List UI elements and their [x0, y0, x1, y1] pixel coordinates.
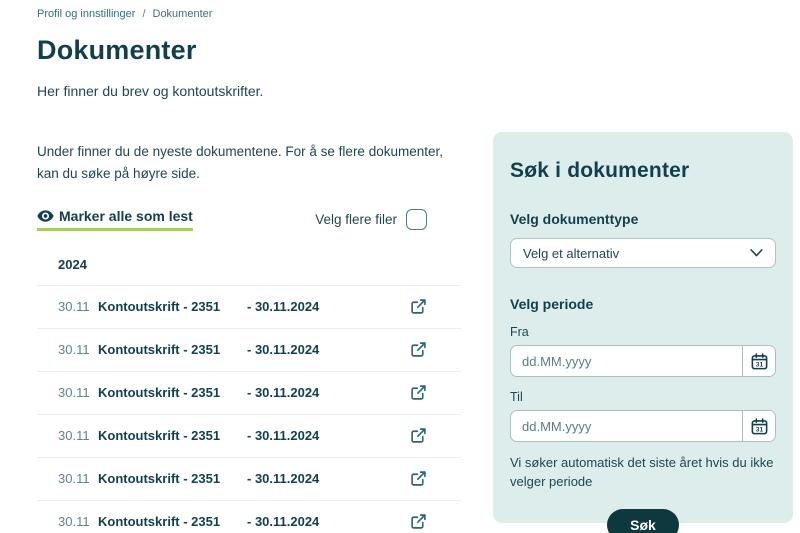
breadcrumb-profile-link[interactable]: Profil og innstillinger: [37, 8, 135, 20]
open-document-button[interactable]: [410, 427, 427, 444]
svg-text:31: 31: [755, 361, 763, 368]
breadcrumb-current: Dokumenter: [153, 8, 213, 20]
external-link-icon: [410, 384, 427, 401]
external-link-icon: [410, 298, 427, 315]
documents-intro-text: Under finner du de nyeste dokumentene. F…: [37, 141, 457, 186]
document-list-item[interactable]: 30.11 Kontoutskrift - 2351 - 30.11.2024: [37, 328, 461, 371]
document-date-full: - 30.11.2024: [247, 299, 319, 314]
to-label: Til: [510, 390, 776, 404]
select-files-label: Velg flere filer: [315, 212, 397, 227]
eye-icon: [37, 210, 54, 222]
document-list: 30.11 Kontoutskrift - 2351 - 30.11.2024 …: [37, 285, 461, 533]
document-title: Kontoutskrift - 2351: [98, 299, 247, 314]
document-date-short: 30.11: [58, 428, 98, 443]
document-date-full: - 30.11.2024: [247, 428, 319, 443]
document-date-full: - 30.11.2024: [247, 514, 319, 529]
open-document-button[interactable]: [410, 298, 427, 315]
list-actions-row: Marker alle som lest Velg flere filer: [37, 208, 427, 231]
document-title: Kontoutskrift - 2351: [98, 471, 247, 486]
select-multiple-files: Velg flere filer: [315, 209, 427, 230]
external-link-icon: [410, 513, 427, 530]
breadcrumb: Profil og innstillinger / Dokumenter: [37, 8, 461, 20]
document-date-short: 30.11: [58, 342, 98, 357]
breadcrumb-separator: /: [142, 8, 145, 20]
document-title: Kontoutskrift - 2351: [98, 385, 247, 400]
document-date-short: 30.11: [58, 471, 98, 486]
document-list-item[interactable]: 30.11 Kontoutskrift - 2351 - 30.11.2024: [37, 457, 461, 500]
document-date-full: - 30.11.2024: [247, 342, 319, 357]
page-subtitle: Her finner du brev og kontoutskrifter.: [37, 83, 461, 99]
calendar-icon: 31: [750, 417, 769, 436]
open-document-button[interactable]: [410, 384, 427, 401]
document-list-item[interactable]: 30.11 Kontoutskrift - 2351 - 30.11.2024: [37, 371, 461, 414]
document-list-item[interactable]: 30.11 Kontoutskrift - 2351 - 30.11.2024: [37, 414, 461, 457]
svg-text:31: 31: [755, 426, 763, 433]
external-link-icon: [410, 427, 427, 444]
mark-all-read-link[interactable]: Marker alle som lest: [37, 208, 193, 231]
document-list-item[interactable]: 30.11 Kontoutskrift - 2351 - 30.11.2024: [37, 500, 461, 533]
main-content: Profil og innstillinger / Dokumenter Dok…: [37, 0, 461, 533]
external-link-icon: [410, 341, 427, 358]
from-label: Fra: [510, 325, 776, 339]
to-date-field: 31: [510, 410, 776, 442]
page-title: Dokumenter: [37, 35, 461, 66]
search-documents-panel: Søk i dokumenter Velg dokumenttype Velg …: [493, 132, 793, 523]
document-section: 2024 30.11 Kontoutskrift - 2351 - 30.11.…: [37, 257, 461, 533]
mark-all-read-label: Marker alle som lest: [59, 208, 193, 224]
doc-type-selected-value: Velg et alternativ: [523, 246, 750, 261]
chevron-down-icon: [750, 249, 763, 257]
document-title: Kontoutskrift - 2351: [98, 514, 247, 529]
document-date-full: - 30.11.2024: [247, 471, 319, 486]
period-label: Velg periode: [510, 296, 776, 312]
doc-type-select[interactable]: Velg et alternativ: [510, 238, 776, 268]
document-year-heading: 2024: [37, 257, 461, 272]
document-date-short: 30.11: [58, 514, 98, 529]
select-files-checkbox[interactable]: [406, 209, 427, 230]
document-date-full: - 30.11.2024: [247, 385, 319, 400]
search-panel-title: Søk i dokumenter: [510, 159, 776, 183]
document-date-short: 30.11: [58, 299, 98, 314]
external-link-icon: [410, 470, 427, 487]
document-date-short: 30.11: [58, 385, 98, 400]
search-submit-button[interactable]: Søk: [607, 509, 679, 533]
doc-type-label: Velg dokumenttype: [510, 211, 776, 227]
open-document-button[interactable]: [410, 470, 427, 487]
document-title: Kontoutskrift - 2351: [98, 428, 247, 443]
document-list-item[interactable]: 30.11 Kontoutskrift - 2351 - 30.11.2024: [37, 285, 461, 328]
document-title: Kontoutskrift - 2351: [98, 342, 247, 357]
from-date-field: 31: [510, 345, 776, 377]
from-calendar-button[interactable]: 31: [742, 346, 775, 376]
open-document-button[interactable]: [410, 513, 427, 530]
from-date-input[interactable]: [511, 346, 742, 376]
open-document-button[interactable]: [410, 341, 427, 358]
to-calendar-button[interactable]: 31: [742, 411, 775, 441]
submit-row: Søk: [510, 509, 776, 533]
auto-search-note: Vi søker automatisk det siste året hvis …: [510, 454, 776, 492]
calendar-icon: 31: [750, 352, 769, 371]
to-date-input[interactable]: [511, 411, 742, 441]
